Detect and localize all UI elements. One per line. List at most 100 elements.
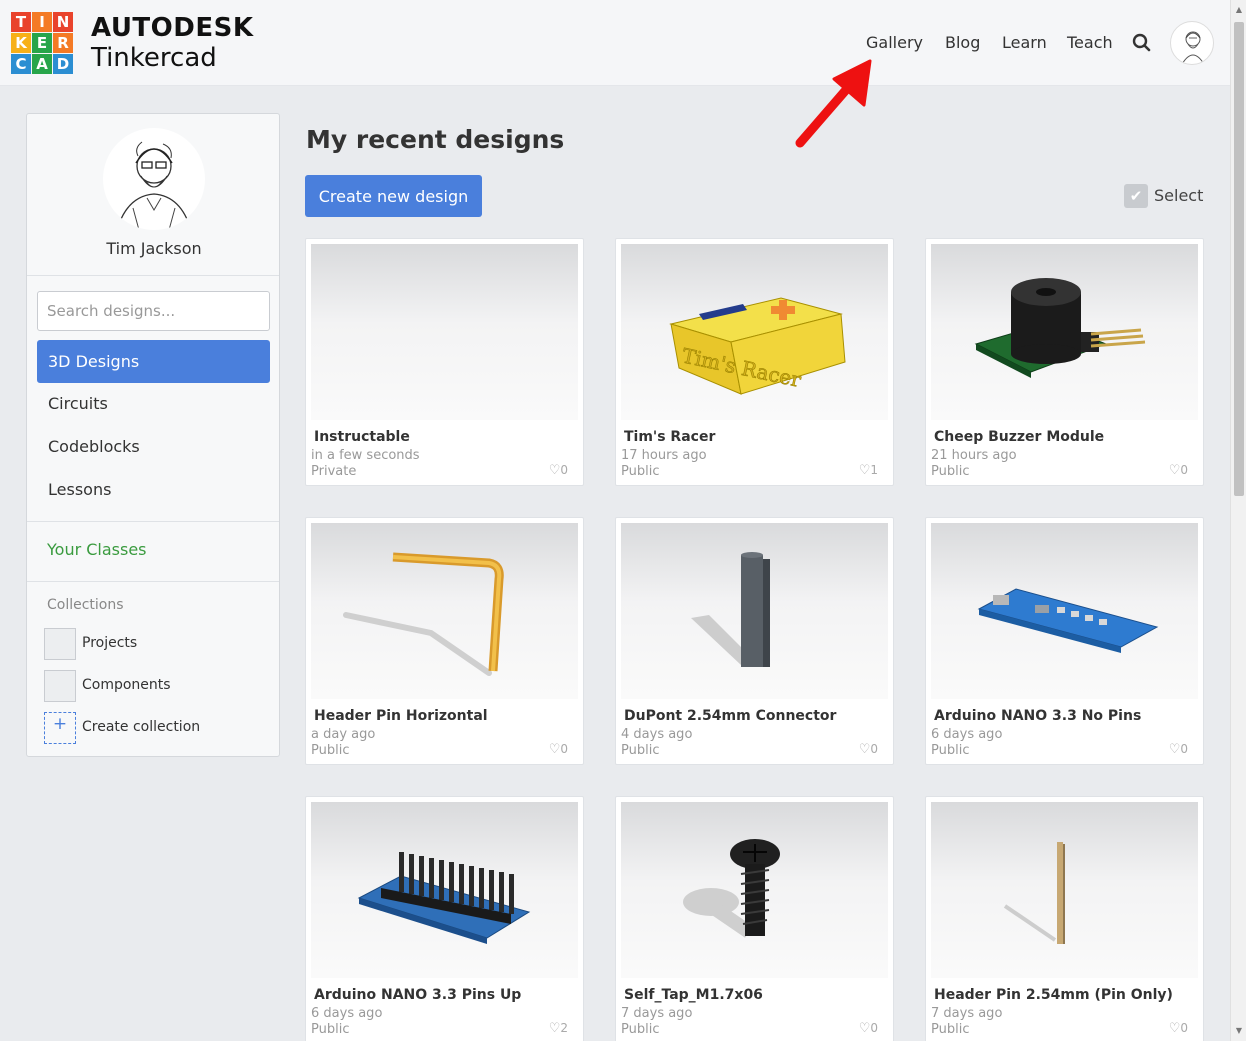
design-card[interactable]: DuPont 2.54mm Connector 4 days ago Publi…: [615, 517, 894, 765]
collections-heading: Collections: [47, 597, 124, 613]
sidebar-item-lessons[interactable]: Lessons: [37, 468, 270, 511]
create-new-design-button[interactable]: Create new design: [305, 175, 482, 217]
select-checkbox[interactable]: ✔: [1124, 184, 1148, 208]
design-title[interactable]: Arduino NANO 3.3 Pins Up: [314, 987, 521, 1003]
sidebar: Tim Jackson 3D Designs Circuits Codebloc…: [26, 113, 280, 757]
design-thumbnail[interactable]: [311, 802, 578, 978]
design-time: 7 days ago: [931, 1006, 1003, 1021]
logo-letter: A: [32, 54, 52, 74]
brand-autodesk[interactable]: AUTODESK: [91, 13, 254, 43]
design-card[interactable]: Self_Tap_M1.7x06 7 days ago Public ♡0: [615, 796, 894, 1041]
nav-gallery[interactable]: Gallery: [866, 33, 923, 52]
heart-icon: ♡: [858, 742, 871, 757]
design-time: a day ago: [311, 727, 376, 742]
design-title[interactable]: Arduino NANO 3.3 No Pins: [934, 708, 1141, 724]
logo-letter: D: [53, 54, 73, 74]
design-card[interactable]: Header Pin Horizontal a day ago Public ♡…: [305, 517, 584, 765]
create-collection-label: Create collection: [82, 719, 201, 735]
design-card[interactable]: Arduino NANO 3.3 No Pins 6 days ago Publ…: [925, 517, 1204, 765]
logo-letter: I: [32, 12, 52, 32]
design-likes[interactable]: ♡0: [1169, 463, 1188, 478]
design-card[interactable]: Header Pin 2.54mm (Pin Only) 7 days ago …: [925, 796, 1204, 1041]
design-title[interactable]: Instructable: [314, 429, 410, 445]
design-thumbnail[interactable]: [621, 523, 888, 699]
design-time: 4 days ago: [621, 727, 693, 742]
design-thumbnail[interactable]: Tim's Racer: [621, 244, 888, 420]
scrollbar-thumb[interactable]: [1234, 22, 1244, 496]
brand-tinkercad[interactable]: Tinkercad: [91, 43, 217, 73]
tinkercad-logo[interactable]: T I N K E R C A D: [11, 12, 73, 74]
scroll-down-arrow-icon[interactable]: ▼: [1234, 1025, 1244, 1037]
divider: [27, 275, 279, 276]
divider: [27, 521, 279, 522]
scroll-up-arrow-icon[interactable]: ▲: [1234, 4, 1244, 16]
design-card[interactable]: Tim's Racer Tim's Racer 17 hours ago Pub…: [615, 238, 894, 486]
search-icon[interactable]: [1131, 32, 1153, 54]
logo-letter: E: [32, 33, 52, 53]
design-thumbnail[interactable]: [621, 802, 888, 978]
design-visibility: Public: [931, 743, 970, 758]
design-title[interactable]: Header Pin 2.54mm (Pin Only): [934, 987, 1173, 1003]
like-count: 0: [560, 463, 568, 477]
design-likes[interactable]: ♡0: [1169, 742, 1188, 757]
profile-avatar[interactable]: [103, 128, 205, 230]
design-thumbnail[interactable]: [311, 523, 578, 699]
top-header: T I N K E R C A D AUTODESK Tinkercad Gal…: [0, 0, 1230, 86]
heart-icon: ♡: [858, 463, 871, 478]
collection-label: Components: [82, 677, 171, 693]
design-likes[interactable]: ♡0: [549, 463, 568, 478]
like-count: 2: [560, 1021, 568, 1035]
design-thumbnail[interactable]: [931, 523, 1198, 699]
sidebar-item-circuits[interactable]: Circuits: [37, 382, 270, 425]
logo-letter: R: [53, 33, 73, 53]
page-title: My recent designs: [306, 125, 565, 154]
design-time: 21 hours ago: [931, 448, 1017, 463]
sidebar-item-3d-designs[interactable]: 3D Designs: [37, 340, 270, 383]
page-scrollbar[interactable]: ▲ ▼: [1230, 0, 1246, 1041]
design-title[interactable]: Header Pin Horizontal: [314, 708, 488, 724]
design-likes[interactable]: ♡2: [549, 1021, 568, 1036]
collection-thumbnail: [44, 628, 76, 660]
heart-icon: ♡: [1168, 1021, 1181, 1036]
design-card[interactable]: Arduino NANO 3.3 Pins Up 6 days ago Publ…: [305, 796, 584, 1041]
like-count: 0: [1180, 463, 1188, 477]
design-likes[interactable]: ♡0: [859, 1021, 878, 1036]
design-visibility: Public: [931, 464, 970, 479]
design-card[interactable]: Cheep Buzzer Module 21 hours ago Public …: [925, 238, 1204, 486]
like-count: 0: [870, 742, 878, 756]
user-avatar[interactable]: [1170, 21, 1214, 65]
nav-blog[interactable]: Blog: [945, 33, 980, 52]
design-likes[interactable]: ♡0: [1169, 1021, 1188, 1036]
design-card[interactable]: Instructable in a few seconds Private ♡0: [305, 238, 584, 486]
logo-letter: T: [11, 12, 31, 32]
design-visibility: Public: [311, 743, 350, 758]
search-designs-input[interactable]: [37, 291, 270, 331]
design-visibility: Public: [311, 1022, 350, 1037]
design-title[interactable]: Tim's Racer: [624, 429, 715, 445]
heart-icon: ♡: [548, 1021, 561, 1036]
select-label[interactable]: Select: [1154, 186, 1203, 205]
design-thumbnail[interactable]: [931, 802, 1198, 978]
logo-letter: C: [11, 54, 31, 74]
design-time: 6 days ago: [931, 727, 1003, 742]
collection-label: Projects: [82, 635, 138, 651]
design-title[interactable]: DuPont 2.54mm Connector: [624, 708, 836, 724]
design-thumbnail[interactable]: [931, 244, 1198, 420]
plus-icon: +: [44, 712, 76, 744]
design-title[interactable]: Cheep Buzzer Module: [934, 429, 1104, 445]
nav-learn[interactable]: Learn: [1002, 33, 1047, 52]
your-classes-link[interactable]: Your Classes: [47, 540, 147, 559]
design-title[interactable]: Self_Tap_M1.7x06: [624, 987, 763, 1003]
profile-name: Tim Jackson: [106, 239, 202, 258]
like-count: 0: [1180, 742, 1188, 756]
design-likes[interactable]: ♡0: [549, 742, 568, 757]
design-likes[interactable]: ♡1: [859, 463, 878, 478]
design-likes[interactable]: ♡0: [859, 742, 878, 757]
design-thumbnail[interactable]: [311, 244, 578, 420]
design-time: 17 hours ago: [621, 448, 707, 463]
design-visibility: Public: [621, 1022, 660, 1037]
logo-letter: K: [11, 33, 31, 53]
nav-teach[interactable]: Teach: [1067, 33, 1113, 52]
divider: [27, 581, 279, 582]
sidebar-item-codeblocks[interactable]: Codeblocks: [37, 425, 270, 468]
